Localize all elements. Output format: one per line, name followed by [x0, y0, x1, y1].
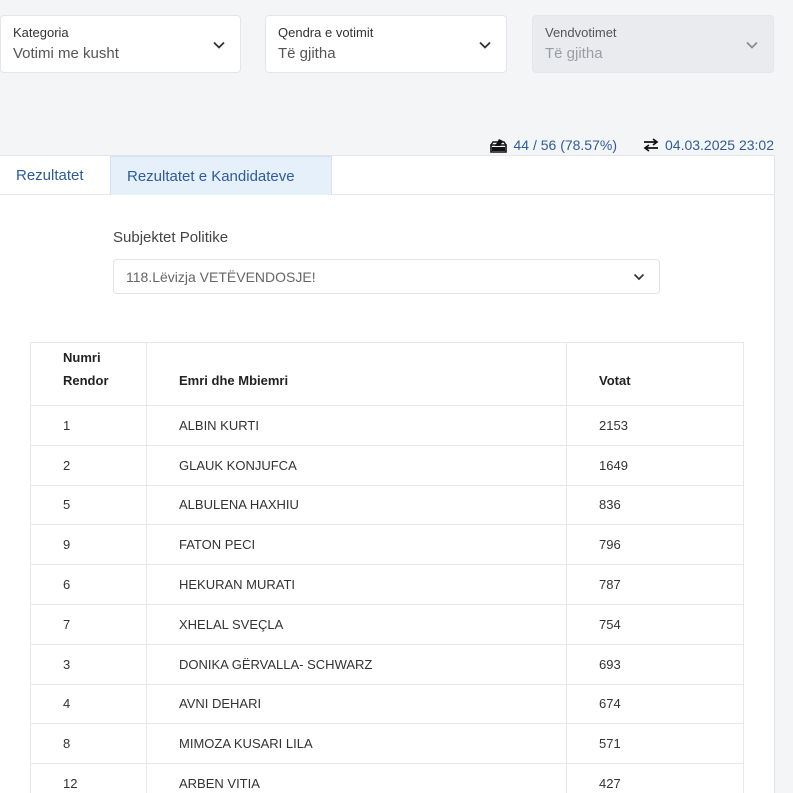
political-subject-label: Subjektet Politike [113, 229, 229, 246]
chevron-down-icon [633, 273, 645, 281]
candidate-votes: 674 [566, 683, 744, 725]
political-subject-value: 118.Lëvizja VETËVENDOSJE! [126, 269, 316, 285]
polling-stations-value: Të gjitha [545, 45, 603, 62]
header-order-number: Numri Rendor [30, 342, 147, 406]
chevron-down-icon [746, 41, 758, 49]
last-updated: 04.03.2025 23:02 [643, 137, 774, 153]
status-bar: 44 / 56 (78.57%) 04.03.2025 23:02 [490, 135, 774, 155]
table-row: 6 HEKURAN MURATI 787 [30, 564, 744, 605]
candidate-votes: 571 [566, 723, 744, 765]
table-header-row: Numri Rendor Emri dhe Mbiemri Votat [30, 342, 744, 406]
candidate-votes: 427 [566, 763, 744, 793]
candidate-votes: 2153 [566, 405, 744, 446]
polling-stations-label: Vendvotimet [545, 25, 617, 40]
order-number: 3 [30, 643, 147, 685]
order-number: 7 [30, 603, 147, 645]
candidate-name: FATON PECI [146, 524, 567, 566]
order-number: 2 [30, 444, 147, 486]
candidate-votes: 1649 [566, 444, 744, 486]
order-number: 8 [30, 723, 147, 765]
candidate-name: ALBIN KURTI [146, 405, 567, 446]
candidate-votes: 693 [566, 643, 744, 685]
header-full-name: Emri dhe Mbiemri [146, 342, 567, 406]
order-number: 5 [30, 484, 147, 526]
candidate-name: ARBEN VITIA [146, 763, 567, 793]
candidate-votes: 796 [566, 524, 744, 566]
tab-candidate-results[interactable]: Rezultatet e Kandidateve [110, 156, 332, 195]
candidate-votes: 787 [566, 564, 744, 605]
table-row: 2 GLAUK KONJUFCA 1649 [30, 444, 744, 486]
order-number: 12 [30, 763, 147, 793]
sync-arrows-icon [643, 138, 659, 152]
candidate-name: XHELAL SVEÇLA [146, 603, 567, 645]
order-number: 4 [30, 683, 147, 725]
political-subject-select[interactable]: 118.Lëvizja VETËVENDOSJE! [113, 259, 660, 294]
candidate-name: ALBULENA HAXHIU [146, 484, 567, 526]
filters-bar: Kategoria Votimi me kusht Qendra e votim… [0, 15, 793, 73]
last-updated-value: 04.03.2025 23:02 [665, 137, 774, 153]
table-row: 8 MIMOZA KUSARI LILA 571 [30, 723, 744, 765]
order-number: 1 [30, 405, 147, 446]
ballot-box-icon [490, 138, 508, 153]
candidate-name: GLAUK KONJUFCA [146, 444, 567, 486]
table-row: 12 ARBEN VITIA 427 [30, 763, 744, 793]
polling-stations-select: Vendvotimet Të gjitha [532, 15, 774, 73]
candidate-votes: 836 [566, 484, 744, 526]
candidates-table: Numri Rendor Emri dhe Mbiemri Votat 1 ALBI… [30, 342, 744, 793]
chevron-down-icon [479, 41, 491, 49]
candidate-name: MIMOZA KUSARI LILA [146, 723, 567, 765]
category-select[interactable]: Kategoria Votimi me kusht [0, 15, 241, 73]
order-number: 6 [30, 564, 147, 605]
table-row: 7 XHELAL SVEÇLA 754 [30, 603, 744, 645]
results-panel: Rezultatet Rezultatet e Kandidateve Subj… [0, 155, 775, 793]
table-row: 5 ALBULENA HAXHIU 836 [30, 484, 744, 526]
order-number: 9 [30, 524, 147, 566]
chevron-down-icon [213, 41, 225, 49]
candidate-name: HEKURAN MURATI [146, 564, 567, 605]
table-row: 4 AVNI DEHARI 674 [30, 683, 744, 725]
category-label: Kategoria [13, 25, 69, 40]
candidate-name: AVNI DEHARI [146, 683, 567, 725]
category-value: Votimi me kusht [13, 45, 119, 62]
candidate-votes: 754 [566, 603, 744, 645]
table-row: 1 ALBIN KURTI 2153 [30, 405, 744, 446]
voting-center-value: Të gjitha [278, 45, 336, 62]
candidate-name: DONIKA GËRVALLA- SCHWARZ [146, 643, 567, 685]
header-votes: Votat [566, 342, 744, 406]
counted-stations: 44 / 56 (78.57%) [490, 137, 617, 153]
tab-results[interactable]: Rezultatet [0, 156, 100, 195]
voting-center-label: Qendra e votimit [278, 25, 374, 40]
tab-bar: Rezultatet Rezultatet e Kandidateve [0, 156, 774, 195]
table-row: 3 DONIKA GËRVALLA- SCHWARZ 693 [30, 643, 744, 685]
counted-stations-value: 44 / 56 (78.57%) [513, 137, 617, 153]
voting-center-select[interactable]: Qendra e votimit Të gjitha [265, 15, 507, 73]
table-row: 9 FATON PECI 796 [30, 524, 744, 566]
